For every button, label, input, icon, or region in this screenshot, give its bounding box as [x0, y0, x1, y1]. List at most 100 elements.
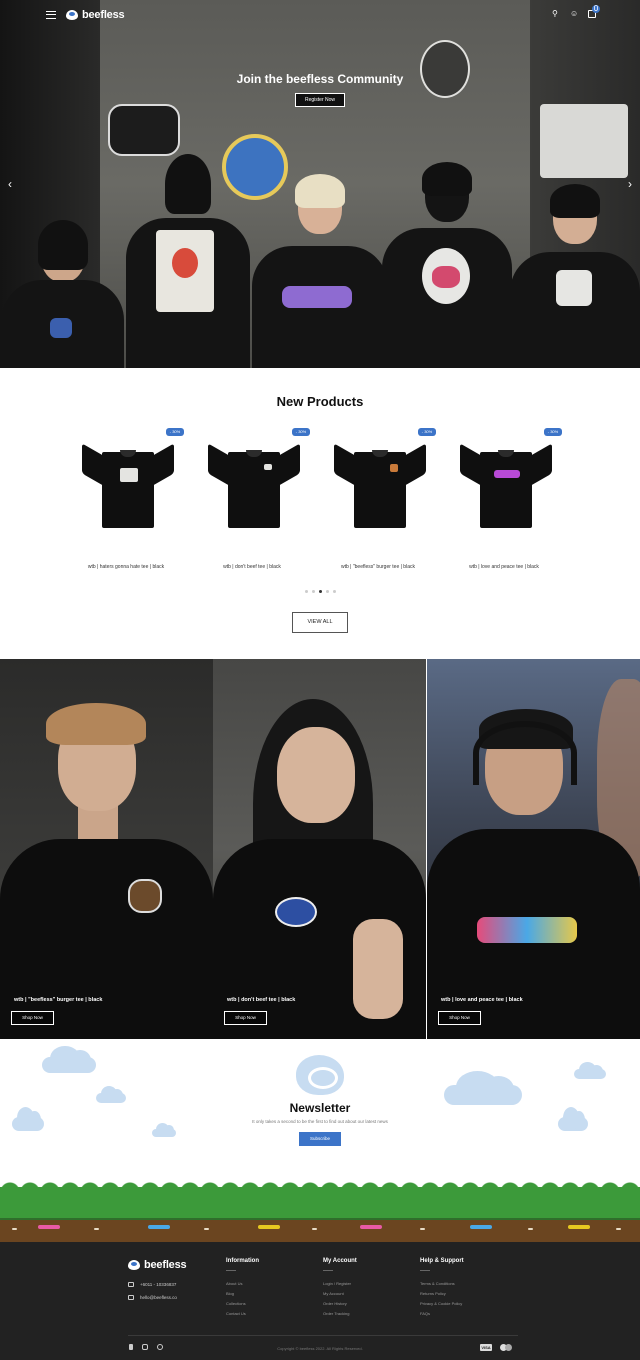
cloud-decoration: [574, 1062, 606, 1079]
hero-title: Join the beefless Community: [236, 72, 404, 86]
product-name[interactable]: wtb | "beefless" burger tee | black: [316, 564, 440, 570]
worm-decoration: [360, 1225, 382, 1229]
copyright-text: Copyright © beefless 2022. All Rights Re…: [277, 1346, 363, 1351]
footer-column-title: Help & Support: [420, 1258, 464, 1264]
dirt-strip: [0, 1218, 640, 1242]
carousel-prev-icon[interactable]: ‹: [8, 178, 12, 190]
footer-link[interactable]: Terms & Conditions: [420, 1281, 464, 1286]
footer-link[interactable]: Returns Policy: [420, 1291, 464, 1296]
discount-badge: - 30%: [166, 428, 184, 436]
footer-divider: [128, 1335, 518, 1336]
shop-now-button[interactable]: Shop Now: [438, 1011, 481, 1025]
worm-decoration: [38, 1225, 60, 1229]
carousel-dot[interactable]: [305, 590, 308, 593]
model-4: [382, 162, 512, 368]
hero-banner: beefless ⚲ ☺ 0 Join the beefless Communi…: [0, 0, 640, 368]
cart-count-badge: 0: [592, 4, 600, 13]
newsletter-heart-icon: [296, 1055, 344, 1095]
cloud-decoration: [42, 1045, 96, 1073]
graffiti-sticker-2: [540, 104, 628, 178]
product-card[interactable]: - 30% wtb | haters gonna hate tee | blac…: [64, 428, 188, 578]
bone-decoration: [204, 1228, 209, 1230]
logo-mark-icon: [128, 1260, 140, 1270]
mastercard-icon: [500, 1344, 512, 1351]
lookbook-card-dont-beef[interactable]: wtb | don't beef tee | black Shop Now: [213, 659, 426, 1039]
new-products-title: New Products: [276, 394, 364, 409]
lookbook-product-name: wtb | "beefless" burger tee | black: [14, 997, 103, 1003]
lookbook-card-love-peace[interactable]: wtb | love and peace tee | black Shop No…: [427, 659, 640, 1039]
view-all-button[interactable]: VIEW ALL: [292, 612, 348, 633]
product-image[interactable]: [80, 443, 176, 530]
user-icon[interactable]: ☺: [570, 10, 578, 18]
logo-text: beefless: [82, 9, 125, 21]
visa-icon: VISA: [480, 1344, 492, 1351]
model-2: [126, 154, 250, 368]
footer-column-information: Information About Us Blog Collections Co…: [226, 1258, 259, 1321]
footer-link[interactable]: Collections: [226, 1301, 259, 1306]
lookbook-card-burger[interactable]: wtb | "beefless" burger tee | black Shop…: [0, 659, 213, 1039]
footer-link[interactable]: FAQs: [420, 1311, 464, 1316]
bone-decoration: [616, 1228, 621, 1230]
footer-link[interactable]: About Us: [226, 1281, 259, 1286]
worm-decoration: [148, 1225, 170, 1229]
footer-link[interactable]: My Account: [323, 1291, 357, 1296]
search-icon[interactable]: ⚲: [552, 10, 560, 18]
footer-link[interactable]: Blog: [226, 1291, 259, 1296]
menu-icon[interactable]: [46, 11, 56, 19]
carousel-dot[interactable]: [312, 590, 315, 593]
footer-column-title: My Account: [323, 1258, 357, 1264]
bone-decoration: [94, 1228, 99, 1230]
carousel-dot[interactable]: [326, 590, 329, 593]
model-1: [2, 218, 124, 368]
product-name[interactable]: wtb | don't beef tee | black: [190, 564, 314, 570]
footer-phone: +6011 - 10336837: [128, 1282, 176, 1287]
top-navigation: beefless ⚲ ☺ 0: [0, 0, 640, 30]
footer-link[interactable]: Login / Register: [323, 1281, 357, 1286]
product-card[interactable]: - 30% wtb | "beefless" burger tee | blac…: [316, 428, 440, 578]
discount-badge: - 30%: [544, 428, 562, 436]
burger-print: [128, 879, 162, 913]
bone-decoration: [12, 1228, 17, 1230]
bone-decoration: [312, 1228, 317, 1230]
shop-now-button[interactable]: Shop Now: [224, 1011, 267, 1025]
newsletter-title: Newsletter: [289, 1101, 351, 1115]
product-card[interactable]: - 30% wtb | love and peace tee | black: [442, 428, 566, 578]
email-address[interactable]: hello@beefless.co: [140, 1295, 177, 1300]
product-name[interactable]: wtb | love and peace tee | black: [442, 564, 566, 570]
model-hand: [353, 919, 403, 1019]
product-name[interactable]: wtb | haters gonna hate tee | black: [64, 564, 188, 570]
product-image[interactable]: [332, 443, 428, 530]
footer-link[interactable]: Contact Us: [226, 1311, 259, 1316]
subscribe-button[interactable]: Subscribe: [299, 1132, 341, 1146]
footer-column-help-support: Help & Support Terms & Conditions Return…: [420, 1258, 464, 1321]
phone-number[interactable]: +6011 - 10336837: [140, 1282, 176, 1287]
logo-mark-icon: [66, 10, 78, 20]
product-image[interactable]: [458, 443, 554, 530]
cart-icon[interactable]: 0: [588, 5, 600, 18]
discount-badge: - 30%: [292, 428, 310, 436]
phone-icon: [128, 1282, 134, 1287]
site-footer: beefless +6011 - 10336837 hello@beefless…: [0, 1242, 640, 1360]
product-card[interactable]: - 30% wtb | don't beef tee | black: [190, 428, 314, 578]
cloud-decoration: [152, 1123, 176, 1137]
product-image[interactable]: [206, 443, 302, 530]
site-logo[interactable]: beefless: [66, 9, 125, 21]
footer-column-title: Information: [226, 1258, 259, 1264]
dont-beef-print: [275, 897, 317, 927]
carousel-next-icon[interactable]: ›: [628, 178, 632, 190]
footer-email: hello@beefless.co: [128, 1295, 177, 1300]
footer-link[interactable]: Order History: [323, 1301, 357, 1306]
footer-link[interactable]: Order Tracking: [323, 1311, 357, 1316]
footer-logo-text: beefless: [144, 1259, 187, 1271]
model-face: [277, 727, 355, 823]
footer-logo[interactable]: beefless: [128, 1259, 187, 1271]
carousel-dot-active[interactable]: [319, 590, 322, 593]
footer-link[interactable]: Privacy & Cookie Policy: [420, 1301, 464, 1306]
carousel-dot[interactable]: [333, 590, 336, 593]
register-now-button[interactable]: Register Now: [295, 93, 345, 107]
mail-icon: [128, 1295, 134, 1300]
shop-now-button[interactable]: Shop Now: [11, 1011, 54, 1025]
headphones-icon: [473, 721, 577, 785]
worm-decoration: [470, 1225, 492, 1229]
bone-decoration: [420, 1228, 425, 1230]
